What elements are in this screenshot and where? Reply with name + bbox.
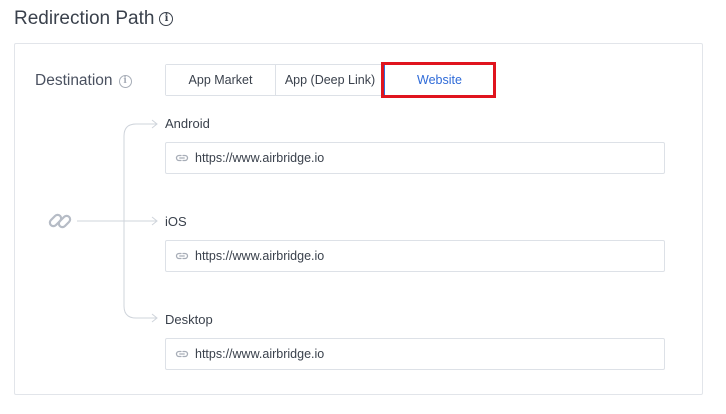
tab-label: App (Deep Link) (284, 73, 376, 87)
desktop-url-input[interactable]: https://www.airbridge.io (165, 338, 665, 370)
redirection-path-page: Redirection Path i Destination i App Mar… (0, 0, 726, 414)
tab-label: App Market (188, 73, 253, 87)
android-url-input[interactable]: https://www.airbridge.io (165, 142, 665, 174)
url-value: https://www.airbridge.io (195, 249, 325, 263)
android-label: Android (165, 115, 210, 131)
info-icon[interactable]: i (159, 12, 174, 26)
desktop-label: Desktop (165, 311, 213, 327)
url-value: https://www.airbridge.io (195, 151, 325, 165)
link-icon (175, 350, 189, 358)
url-value: https://www.airbridge.io (195, 347, 325, 361)
destination-label: Destination (35, 72, 113, 89)
destination-segmented-control: App Market App (Deep Link) Website (165, 64, 495, 96)
destination-label-group: Destination i (35, 71, 132, 91)
section-header: Redirection Path i (14, 6, 174, 32)
tab-app-deep-link[interactable]: App (Deep Link) (275, 65, 384, 95)
link-icon (175, 252, 189, 260)
tab-app-market[interactable]: App Market (166, 65, 275, 95)
chain-link-icon (48, 213, 72, 229)
tab-label: Website (417, 73, 462, 87)
ios-label: iOS (165, 213, 187, 229)
link-icon (175, 154, 189, 162)
info-icon[interactable]: i (118, 74, 132, 88)
tab-website[interactable]: Website (384, 64, 495, 96)
page-title: Redirection Path (14, 8, 155, 29)
ios-url-input[interactable]: https://www.airbridge.io (165, 240, 665, 272)
